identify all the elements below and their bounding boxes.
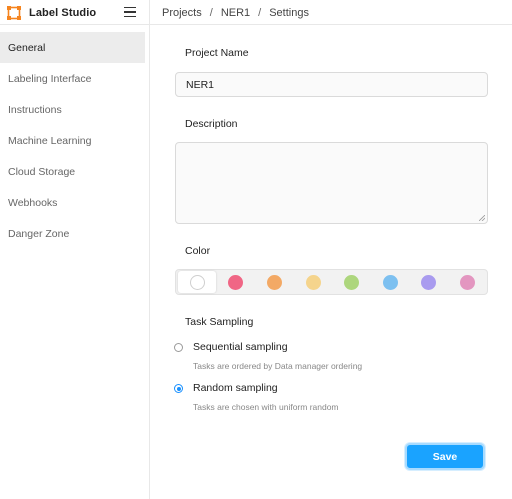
color-swatch-orange[interactable] <box>255 271 293 293</box>
color-dot <box>227 274 243 290</box>
color-swatch-white[interactable] <box>178 271 216 293</box>
color-dot <box>382 274 398 290</box>
color-dot <box>266 274 282 290</box>
settings-form: Project Name NER1 Description Color Task… <box>150 25 512 499</box>
sidebar-item-cloud-storage[interactable]: Cloud Storage <box>0 156 145 187</box>
project-name-input[interactable]: NER1 <box>175 72 488 97</box>
sequential-sampling-option[interactable]: Sequential sampling Tasks are ordered by… <box>174 341 362 371</box>
menu-icon[interactable] <box>124 5 137 19</box>
breadcrumb: Projects / NER1 / Settings <box>162 0 309 25</box>
color-swatch-yellow[interactable] <box>294 271 332 293</box>
settings-sidebar: General Labeling Interface Instructions … <box>0 25 150 499</box>
breadcrumb-settings: Settings <box>269 6 309 19</box>
project-name-label: Project Name <box>185 47 249 59</box>
sidebar-item-danger-zone[interactable]: Danger Zone <box>0 218 145 249</box>
random-sampling-option[interactable]: Random sampling Tasks are chosen with un… <box>174 382 339 412</box>
sidebar-item-label: Labeling Interface <box>8 72 92 85</box>
sequential-sampling-description: Tasks are ordered by Data manager orderi… <box>193 361 363 371</box>
sidebar-item-label: Webhooks <box>8 196 58 209</box>
random-sampling-title: Random sampling <box>193 382 278 394</box>
sidebar-item-general[interactable]: General <box>0 32 145 63</box>
color-swatch-purple[interactable] <box>409 271 447 293</box>
random-sampling-description: Tasks are chosen with uniform random <box>193 402 339 412</box>
breadcrumb-separator: / <box>209 6 213 19</box>
sidebar-item-machine-learning[interactable]: Machine Learning <box>0 125 145 156</box>
app-name: Label Studio <box>29 6 97 19</box>
sequential-sampling-title: Sequential sampling <box>193 341 288 353</box>
radio-text: Random sampling Tasks are chosen with un… <box>193 382 339 412</box>
color-dot <box>189 274 205 290</box>
color-picker <box>175 269 488 295</box>
color-swatch-pink[interactable] <box>216 271 254 293</box>
color-label: Color <box>185 245 211 257</box>
breadcrumb-separator: / <box>258 6 262 19</box>
sidebar-item-label: Danger Zone <box>8 227 70 240</box>
label-studio-logo-icon <box>7 5 21 20</box>
description-textarea[interactable] <box>175 142 488 224</box>
color-dot <box>343 274 359 290</box>
sidebar-item-label: Instructions <box>8 103 62 116</box>
sidebar-item-label: Machine Learning <box>8 134 92 147</box>
sidebar-item-labeling-interface[interactable]: Labeling Interface <box>0 63 145 94</box>
color-dot <box>459 274 475 290</box>
save-button[interactable]: Save <box>405 443 485 470</box>
color-dot <box>305 274 321 290</box>
top-header: Label Studio Projects / NER1 / Settings <box>0 0 512 25</box>
color-swatch-green[interactable] <box>332 271 370 293</box>
task-sampling-label: Task Sampling <box>185 316 254 328</box>
color-swatch-blue[interactable] <box>371 271 409 293</box>
sidebar-item-label: Cloud Storage <box>8 165 76 178</box>
resize-grip-icon[interactable] <box>479 215 485 221</box>
sequential-sampling-radio[interactable] <box>174 343 183 352</box>
sidebar-item-webhooks[interactable]: Webhooks <box>0 187 145 218</box>
color-swatch-magenta[interactable] <box>448 271 486 293</box>
sidebar-item-instructions[interactable]: Instructions <box>0 94 145 125</box>
breadcrumb-projects[interactable]: Projects <box>162 7 202 19</box>
radio-text: Sequential sampling Tasks are ordered by… <box>193 341 362 371</box>
random-sampling-radio[interactable] <box>174 384 183 393</box>
app-root: Label Studio Projects / NER1 / Settings … <box>0 0 512 499</box>
sidebar-item-label: General <box>8 41 46 54</box>
breadcrumb-project[interactable]: NER1 <box>221 7 250 19</box>
description-label: Description <box>185 118 238 130</box>
color-dot <box>420 274 436 290</box>
